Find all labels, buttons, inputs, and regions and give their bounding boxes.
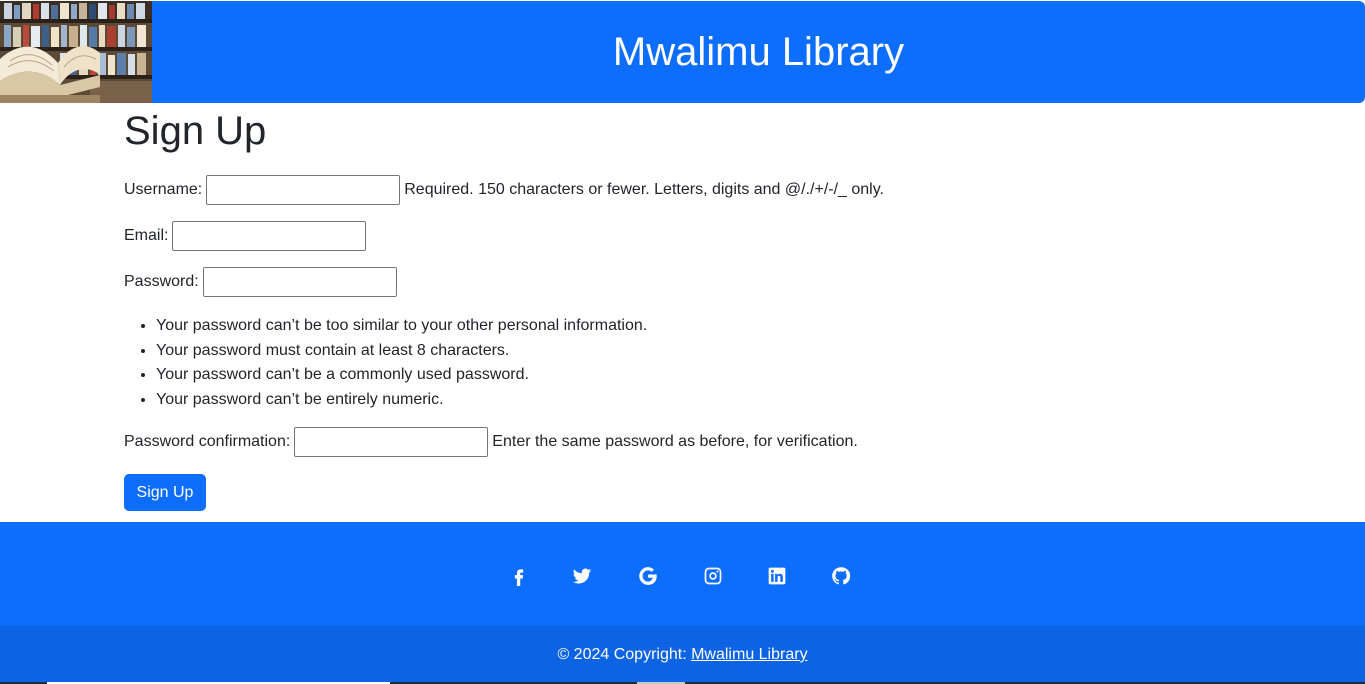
- password-rule: Your password can’t be entirely numeric.: [156, 388, 647, 413]
- sign-up-button[interactable]: Sign Up: [124, 474, 206, 511]
- copyright-text: © 2024 Copyright:: [557, 646, 687, 663]
- instagram-icon[interactable]: [701, 564, 725, 588]
- google-icon[interactable]: [636, 564, 660, 588]
- copyright-link[interactable]: Mwalimu Library: [691, 646, 807, 663]
- password-rule: Your password can’t be too similar to yo…: [156, 314, 647, 339]
- username-input[interactable]: [206, 175, 401, 205]
- password-row: Password:: [124, 267, 397, 297]
- page-title: Sign Up: [124, 109, 267, 153]
- site-header: Mwalimu Library: [0, 1, 1365, 103]
- password-rule: Your password must contain at least 8 ch…: [156, 339, 647, 364]
- password-confirmation-input[interactable]: [294, 427, 489, 457]
- footer-copyright: © 2024 Copyright: Mwalimu Library: [0, 626, 1365, 682]
- password-confirmation-label: Password confirmation:: [124, 433, 291, 450]
- username-label: Username:: [124, 181, 203, 198]
- email-row: Email:: [124, 221, 367, 251]
- password-label: Password:: [124, 273, 199, 290]
- username-help-text: Required. 150 characters or fewer. Lette…: [404, 181, 884, 198]
- github-icon[interactable]: [829, 564, 853, 588]
- facebook-icon[interactable]: [507, 564, 531, 588]
- password-confirmation-help-text: Enter the same password as before, for v…: [492, 433, 858, 450]
- linkedin-icon[interactable]: [765, 564, 789, 588]
- password-confirmation-row: Password confirmation: Enter the same pa…: [124, 427, 858, 457]
- email-input[interactable]: [172, 221, 367, 251]
- password-input[interactable]: [202, 267, 397, 297]
- footer-social-bar: [0, 522, 1365, 626]
- username-row: Username: Required. 150 characters or fe…: [124, 175, 884, 205]
- twitter-icon[interactable]: [570, 564, 594, 588]
- password-rule: Your password can’t be a commonly used p…: [156, 363, 647, 388]
- library-books-logo: [0, 1, 152, 103]
- site-title: Mwalimu Library: [612, 30, 905, 74]
- email-label: Email:: [124, 227, 169, 244]
- password-rules-list: Your password can’t be too similar to yo…: [124, 314, 647, 412]
